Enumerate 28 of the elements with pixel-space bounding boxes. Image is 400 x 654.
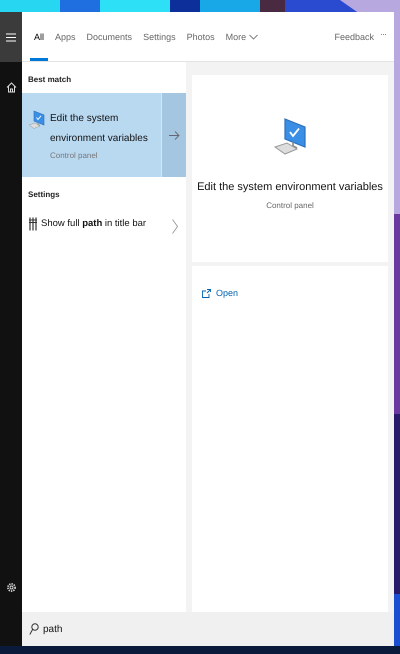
home-icon[interactable] bbox=[6, 82, 16, 93]
more-options-button[interactable]: ··· bbox=[378, 12, 388, 61]
tab[interactable]: Apps bbox=[51, 12, 80, 61]
more-dropdown[interactable]: More bbox=[222, 12, 262, 61]
result-item[interactable]: Edit the system environment variables Control panel bbox=[22, 93, 186, 177]
settings-icon[interactable] bbox=[6, 582, 16, 593]
preview-title: Edit the system environment variables bbox=[197, 181, 383, 193]
section-heading: Best match bbox=[27, 74, 72, 86]
tab[interactable]: Documents bbox=[82, 12, 136, 61]
menu-button[interactable] bbox=[0, 12, 22, 62]
chevron-down-icon bbox=[249, 34, 258, 40]
section-heading: Settings bbox=[27, 189, 61, 201]
computer-icon bbox=[27, 109, 46, 129]
open-external-icon bbox=[202, 288, 211, 298]
result-title: Show full path in title bar bbox=[41, 217, 146, 231]
feedback-button[interactable]: Feedback bbox=[330, 12, 378, 61]
settings-item-icon bbox=[29, 217, 37, 231]
menu-icon bbox=[6, 32, 16, 42]
result-subtitle: Control panel bbox=[50, 151, 99, 160]
tab[interactable]: Photos bbox=[182, 12, 219, 61]
result-title: Edit the system environment variables bbox=[50, 112, 149, 146]
tab[interactable]: Settings bbox=[139, 12, 180, 61]
open-button[interactable]: Open bbox=[202, 288, 238, 298]
chevron-right-icon bbox=[172, 218, 178, 234]
result-item[interactable]: Show full path in title bar bbox=[22, 208, 186, 244]
preview-subtitle: Control panel bbox=[266, 201, 314, 210]
arrow-right-icon bbox=[168, 130, 180, 140]
search-field[interactable]: path bbox=[22, 612, 394, 646]
